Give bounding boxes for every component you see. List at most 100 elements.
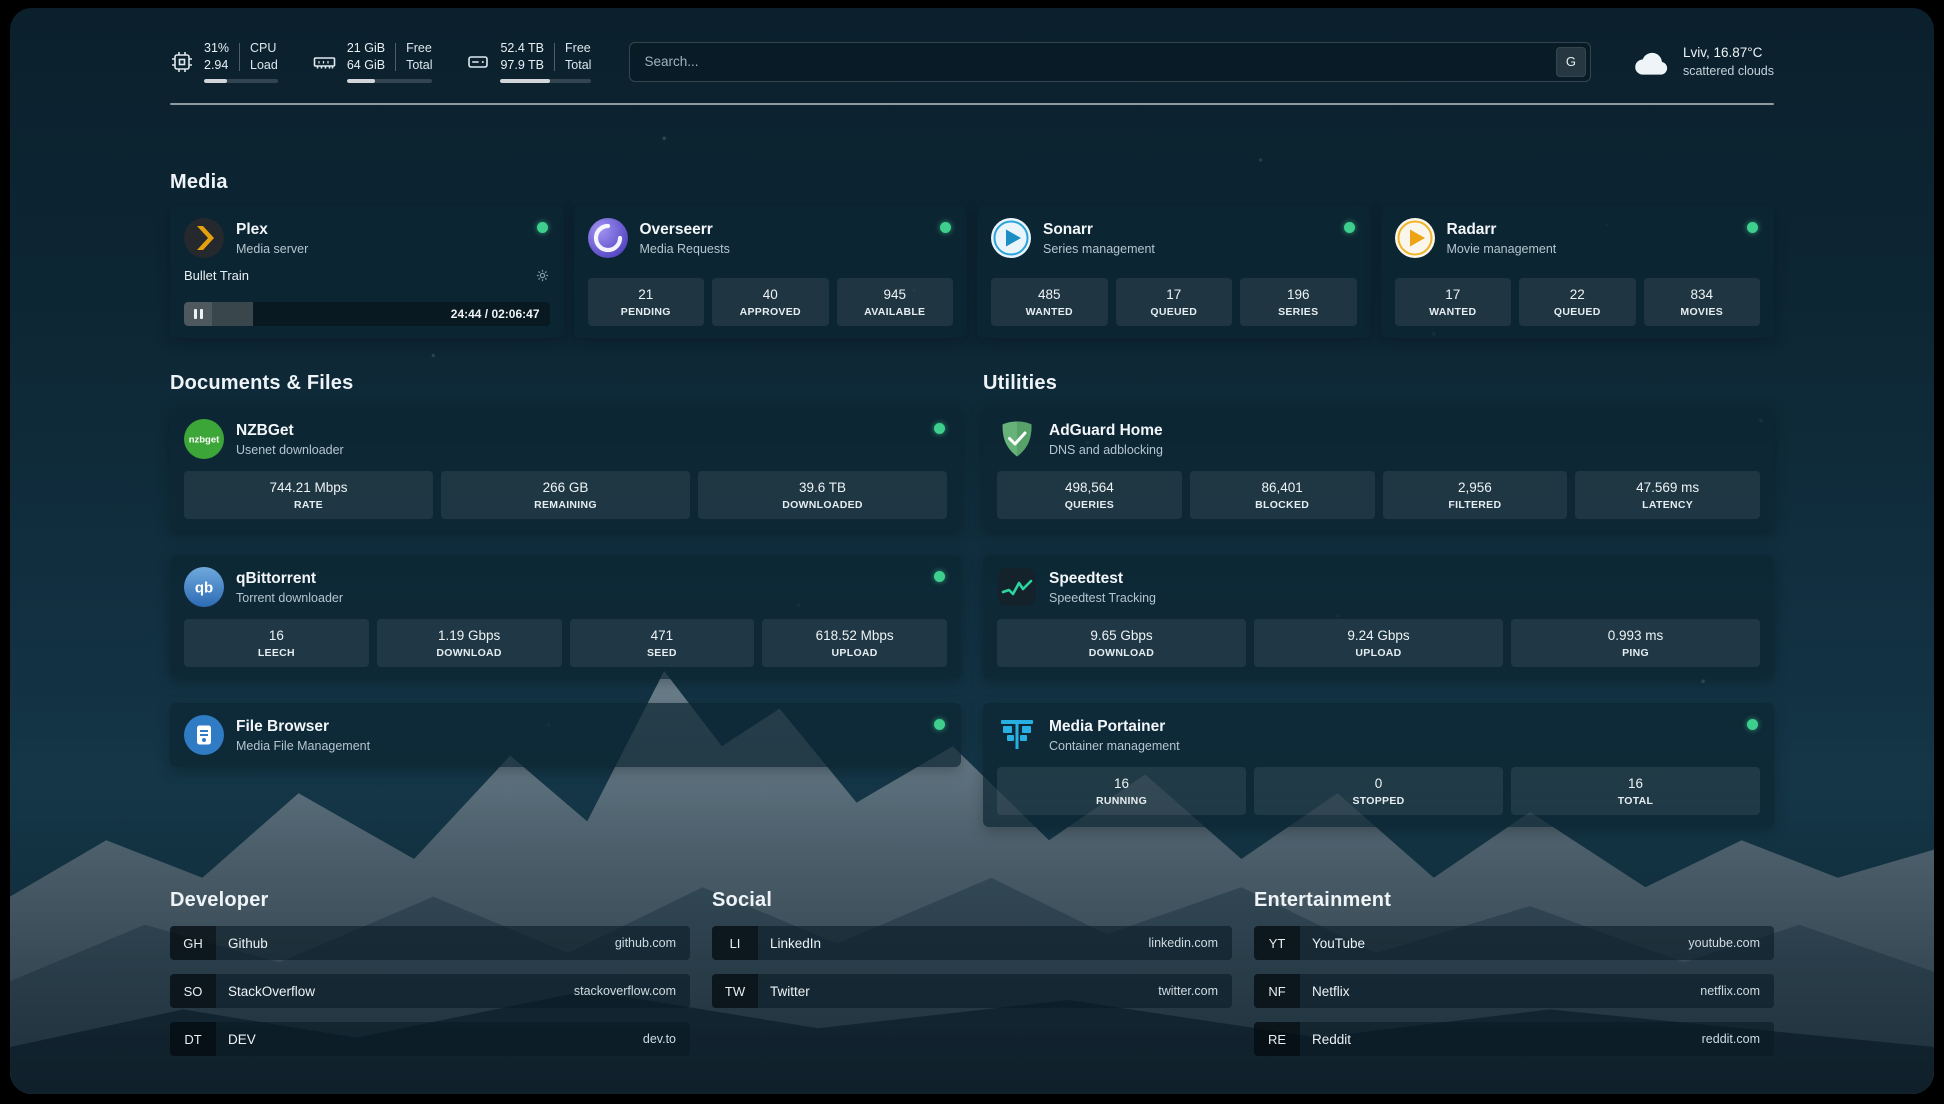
service-name: qBittorrent xyxy=(236,570,343,588)
stat-downloaded: 39.6 TBDOWNLOADED xyxy=(698,471,947,519)
cpu-percent: 31% xyxy=(204,40,229,57)
disk-progress-bar xyxy=(500,79,591,83)
stat-remaining: 266 GBREMAINING xyxy=(441,471,690,519)
sonarr-icon xyxy=(991,218,1031,258)
status-dot xyxy=(1747,222,1758,233)
qbittorrent-icon: qb xyxy=(184,567,224,607)
bookmark-abbr: DT xyxy=(170,1022,216,1056)
service-card-plex[interactable]: Plex Media server Bullet Train 24:44 / 0… xyxy=(170,206,564,338)
service-desc: Media File Management xyxy=(236,739,370,753)
service-name: File Browser xyxy=(236,718,370,736)
service-card-qbittorrent[interactable]: qb qBittorrent Torrent downloader 16LEEC… xyxy=(170,555,961,679)
bookmark-netflix[interactable]: NF Netflix netflix.com xyxy=(1254,974,1774,1008)
stat-download: 9.65 GbpsDOWNLOAD xyxy=(997,619,1246,667)
media-grid: Plex Media server Bullet Train 24:44 / 0… xyxy=(170,206,1774,338)
service-desc: Series management xyxy=(1043,242,1155,256)
stat-filtered: 2,956FILTERED xyxy=(1383,471,1568,519)
bookmark-group-social: Social LI LinkedIn linkedin.com TW Twitt… xyxy=(712,889,1232,1070)
service-desc: Torrent downloader xyxy=(236,591,343,605)
bookmark-abbr: RE xyxy=(1254,1022,1300,1056)
bookmark-abbr: TW xyxy=(712,974,758,1008)
ram-label-1: Free xyxy=(406,40,432,57)
bookmark-dev[interactable]: DT DEV dev.to xyxy=(170,1022,690,1056)
playback-time: 24:44 / 02:06:47 xyxy=(451,307,540,321)
search-input[interactable] xyxy=(629,42,1591,82)
stat-rate: 744.21 MbpsRATE xyxy=(184,471,433,519)
bookmark-linkedin[interactable]: LI LinkedIn linkedin.com xyxy=(712,926,1232,960)
bookmark-abbr: LI xyxy=(712,926,758,960)
stat-queries: 498,564QUERIES xyxy=(997,471,1182,519)
now-playing-title: Bullet Train xyxy=(184,268,249,283)
speedtest-icon xyxy=(997,567,1037,607)
bookmark-name: Twitter xyxy=(770,984,810,999)
weather-condition: scattered clouds xyxy=(1683,62,1774,80)
ram-metric: 21 GiB 64 GiB Free Total xyxy=(312,40,433,83)
service-name: Sonarr xyxy=(1043,221,1155,239)
bookmark-url: stackoverflow.com xyxy=(574,984,676,998)
service-card-portainer[interactable]: Media Portainer Container management 16R… xyxy=(983,703,1774,827)
cpu-load-value: 2.94 xyxy=(204,57,229,74)
status-dot xyxy=(1747,719,1758,730)
disk-metric: 52.4 TB 97.9 TB Free Total xyxy=(466,40,591,83)
section-title-documents: Documents & Files xyxy=(170,372,961,395)
stat-total: 16TOTAL xyxy=(1511,767,1760,815)
service-card-adguard[interactable]: AdGuard Home DNS and adblocking 498,564Q… xyxy=(983,407,1774,531)
service-name: Media Portainer xyxy=(1049,718,1180,736)
service-name: Overseerr xyxy=(640,221,730,239)
nzbget-icon: nzbget xyxy=(184,419,224,459)
stat-queued: 17QUEUED xyxy=(1116,278,1233,326)
portainer-icon xyxy=(997,715,1037,755)
bookmark-youtube[interactable]: YT YouTube youtube.com xyxy=(1254,926,1774,960)
bookmark-name: Github xyxy=(228,936,268,951)
ram-icon xyxy=(312,50,337,74)
dashboard-frame: 31% 2.94 CPU Load xyxy=(10,8,1934,1094)
section-title-utilities: Utilities xyxy=(983,372,1774,395)
service-card-overseerr[interactable]: Overseerr Media Requests 21PENDING 40APP… xyxy=(574,206,968,338)
stat-pending: 21PENDING xyxy=(588,278,705,326)
service-desc: Speedtest Tracking xyxy=(1049,591,1156,605)
cloud-icon xyxy=(1633,47,1671,77)
overseerr-icon xyxy=(588,218,628,258)
service-desc: Media server xyxy=(236,242,308,256)
disk-label-2: Total xyxy=(565,57,591,74)
ram-total-value: 64 GiB xyxy=(347,57,385,74)
pause-icon[interactable] xyxy=(184,302,212,326)
service-desc: Movie management xyxy=(1447,242,1557,256)
search-bar: G xyxy=(629,42,1591,82)
service-card-filebrowser[interactable]: File Browser Media File Management xyxy=(170,703,961,767)
bookmark-abbr: YT xyxy=(1254,926,1300,960)
playback-progress[interactable]: 24:44 / 02:06:47 xyxy=(184,302,550,326)
cpu-progress-bar xyxy=(204,79,278,83)
service-desc: DNS and adblocking xyxy=(1049,443,1163,457)
svg-text:qb: qb xyxy=(195,580,213,597)
filebrowser-icon xyxy=(184,715,224,755)
status-dot xyxy=(537,222,548,233)
topbar-divider xyxy=(170,103,1774,105)
service-card-nzbget[interactable]: nzbget NZBGet Usenet downloader 744.21 M… xyxy=(170,407,961,531)
bookmark-github[interactable]: GH Github github.com xyxy=(170,926,690,960)
bookmark-stackoverflow[interactable]: SO StackOverflow stackoverflow.com xyxy=(170,974,690,1008)
bookmark-twitter[interactable]: TW Twitter twitter.com xyxy=(712,974,1232,1008)
ram-progress-bar xyxy=(347,79,433,83)
gear-icon[interactable] xyxy=(535,268,550,283)
service-desc: Media Requests xyxy=(640,242,730,256)
documents-column: Documents & Files nzbget NZBGet Usenet d… xyxy=(170,372,961,827)
search-provider-button[interactable]: G xyxy=(1556,47,1586,77)
svg-text:nzbget: nzbget xyxy=(189,435,220,446)
service-desc: Container management xyxy=(1049,739,1180,753)
weather-location: Lviv, 16.87°C xyxy=(1683,44,1774,62)
weather-widget[interactable]: Lviv, 16.87°C scattered clouds xyxy=(1633,44,1774,80)
section-title-media: Media xyxy=(170,171,1774,194)
service-card-radarr[interactable]: Radarr Movie management 17WANTED 22QUEUE… xyxy=(1381,206,1775,338)
cpu-label-2: Load xyxy=(250,57,278,74)
status-dot xyxy=(1344,222,1355,233)
bookmark-group-entertainment: Entertainment YT YouTube youtube.com NF … xyxy=(1254,889,1774,1070)
service-card-speedtest[interactable]: Speedtest Speedtest Tracking 9.65 GbpsDO… xyxy=(983,555,1774,679)
stat-approved: 40APPROVED xyxy=(712,278,829,326)
stat-leech: 16LEECH xyxy=(184,619,369,667)
plex-icon xyxy=(184,218,224,258)
radarr-icon xyxy=(1395,218,1435,258)
service-desc: Usenet downloader xyxy=(236,443,344,457)
service-card-sonarr[interactable]: Sonarr Series management 485WANTED 17QUE… xyxy=(977,206,1371,338)
bookmark-reddit[interactable]: RE Reddit reddit.com xyxy=(1254,1022,1774,1056)
